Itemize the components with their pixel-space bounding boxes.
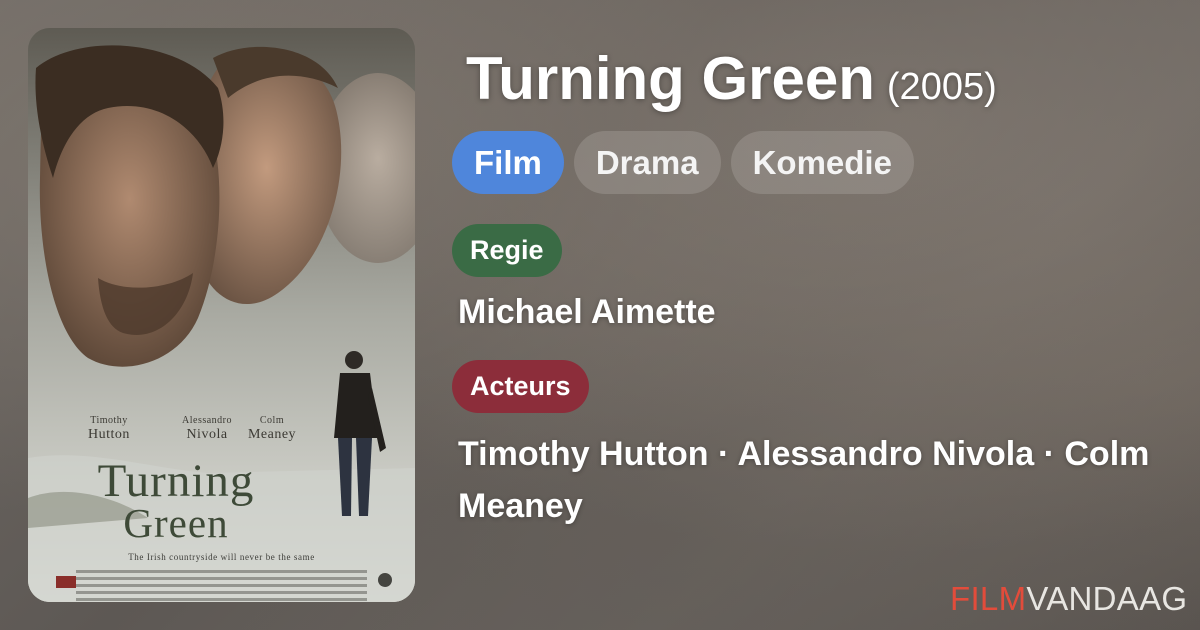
director-label: Regie xyxy=(452,224,562,277)
poster-title-line2: Green xyxy=(123,500,229,546)
poster-tagline: The Irish countryside will never be the … xyxy=(128,552,315,562)
poster-cast-name: Timothy Hutton xyxy=(54,416,164,442)
poster-credits-block xyxy=(76,566,367,601)
poster-cast-last: Hutton xyxy=(88,427,130,442)
poster-title-line1: Turning xyxy=(97,455,255,507)
movie-year: (2005) xyxy=(886,66,997,108)
brand-film: FILM xyxy=(950,580,1027,617)
genre-chip-drama[interactable]: Drama xyxy=(573,131,721,194)
movie-title: Turning Green xyxy=(466,45,875,112)
poster-cast-first: Colm xyxy=(259,415,285,426)
poster-cast-last: Nivola xyxy=(186,427,228,442)
poster-cast-last: Meaney xyxy=(247,427,297,442)
genre-chips: Film Drama Komedie xyxy=(452,131,914,194)
movie-poster: Timothy Hutton Alessandro Nivola Colm Me… xyxy=(28,28,415,602)
genre-chip-komedie[interactable]: Komedie xyxy=(730,131,914,194)
brand-vandaag: VANDAAG xyxy=(1026,580,1188,617)
filmvandaag-logo: FILMVANDAAG xyxy=(950,580,1187,618)
movie-title-row: Turning Green (2005) xyxy=(466,44,997,113)
cast-names: Timothy Hutton · Alessandro Nivola · Col… xyxy=(458,435,1150,525)
director-name: Michael Aimette xyxy=(458,293,716,331)
poster-cast-first: Alessandro xyxy=(182,415,232,426)
poster-cast-name: Colm Meaney xyxy=(242,416,302,442)
poster-cast-first: Timothy xyxy=(90,415,128,426)
cast-label: Acteurs xyxy=(452,360,589,413)
poster-cast-name: Alessandro Nivola xyxy=(162,416,252,442)
genre-chip-film[interactable]: Film xyxy=(452,131,564,194)
